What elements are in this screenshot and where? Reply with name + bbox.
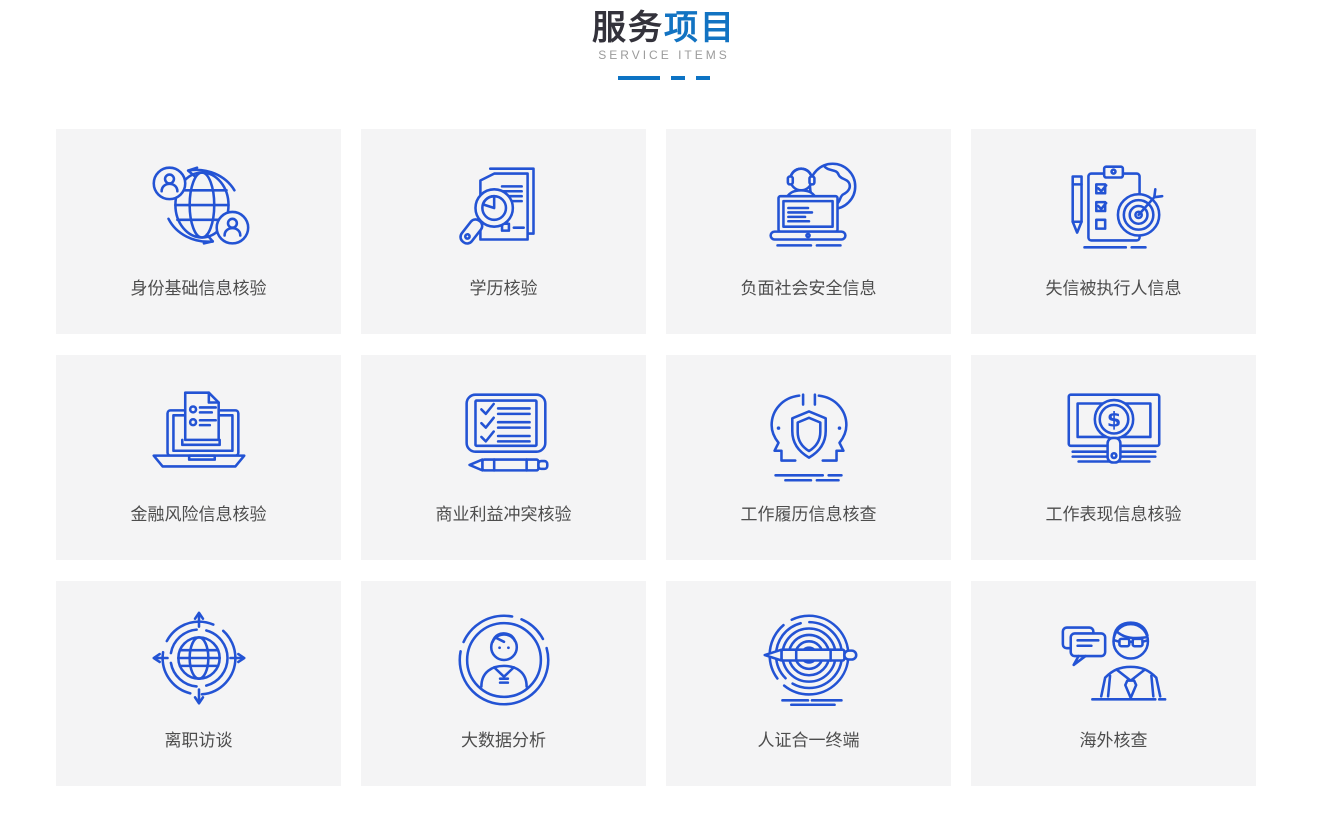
- service-card-label: 人证合一终端: [666, 726, 951, 751]
- globe-crosshair-icon: [56, 597, 341, 723]
- laptop-document-icon: [56, 371, 341, 497]
- section-title-dark: 服务: [592, 9, 664, 47]
- target-pen-icon: [666, 597, 951, 723]
- service-card-education[interactable]: 学历核验: [361, 129, 646, 334]
- twin-heads-shield-icon: [666, 371, 951, 497]
- service-card-label: 海外核查: [971, 726, 1256, 751]
- service-card-social-security[interactable]: 负面社会安全信息: [666, 129, 951, 334]
- services-grid: 身份基础信息核验 学历核验: [56, 129, 1328, 786]
- service-card-identity[interactable]: 身份基础信息核验: [56, 129, 341, 334]
- section-title-accent: 项目: [664, 9, 736, 47]
- tablet-checklist-pen-icon: [361, 371, 646, 497]
- identity-globe-icon: [56, 145, 341, 271]
- service-card-exit-interview[interactable]: 离职访谈: [56, 581, 341, 786]
- svg-text:$: $: [1106, 408, 1120, 432]
- banknote-magnifier-icon: $: [971, 371, 1256, 497]
- service-card-dishonesty[interactable]: 失信被执行人信息: [971, 129, 1256, 334]
- section-subtitle: SERVICE ITEMS: [0, 48, 1328, 62]
- dash-long: [618, 76, 660, 80]
- service-card-label: 金融风险信息核验: [56, 500, 341, 525]
- service-card-label: 工作履历信息核查: [666, 500, 951, 525]
- service-card-big-data[interactable]: 大数据分析: [361, 581, 646, 786]
- title-underline-decoration: [0, 76, 1328, 80]
- service-card-overseas[interactable]: 海外核查: [971, 581, 1256, 786]
- services-section: 服务项目 SERVICE ITEMS: [0, 0, 1328, 786]
- service-card-label: 离职访谈: [56, 726, 341, 751]
- service-card-id-verification-terminal[interactable]: 人证合一终端: [666, 581, 951, 786]
- service-card-work-history[interactable]: 工作履历信息核查: [666, 355, 951, 560]
- service-card-label: 失信被执行人信息: [971, 274, 1256, 299]
- avatar-circle-icon: [361, 597, 646, 723]
- page-title: 服务项目: [0, 0, 1328, 40]
- service-card-work-performance[interactable]: $ 工作表现信息核验: [971, 355, 1256, 560]
- clipboard-target-icon: [971, 145, 1256, 271]
- service-card-label: 大数据分析: [361, 726, 646, 751]
- dash-short: [671, 76, 685, 80]
- service-card-label: 工作表现信息核验: [971, 500, 1256, 525]
- agent-laptop-globe-icon: [666, 145, 951, 271]
- service-card-label: 商业利益冲突核验: [361, 500, 646, 525]
- service-card-label: 身份基础信息核验: [56, 274, 341, 299]
- dash-short: [696, 76, 710, 80]
- person-speech-bubble-icon: [971, 597, 1256, 723]
- education-certificate-magnifier-icon: [361, 145, 646, 271]
- service-card-label: 负面社会安全信息: [666, 274, 951, 299]
- service-card-conflict-of-interest[interactable]: 商业利益冲突核验: [361, 355, 646, 560]
- service-card-financial-risk[interactable]: 金融风险信息核验: [56, 355, 341, 560]
- service-card-label: 学历核验: [361, 274, 646, 299]
